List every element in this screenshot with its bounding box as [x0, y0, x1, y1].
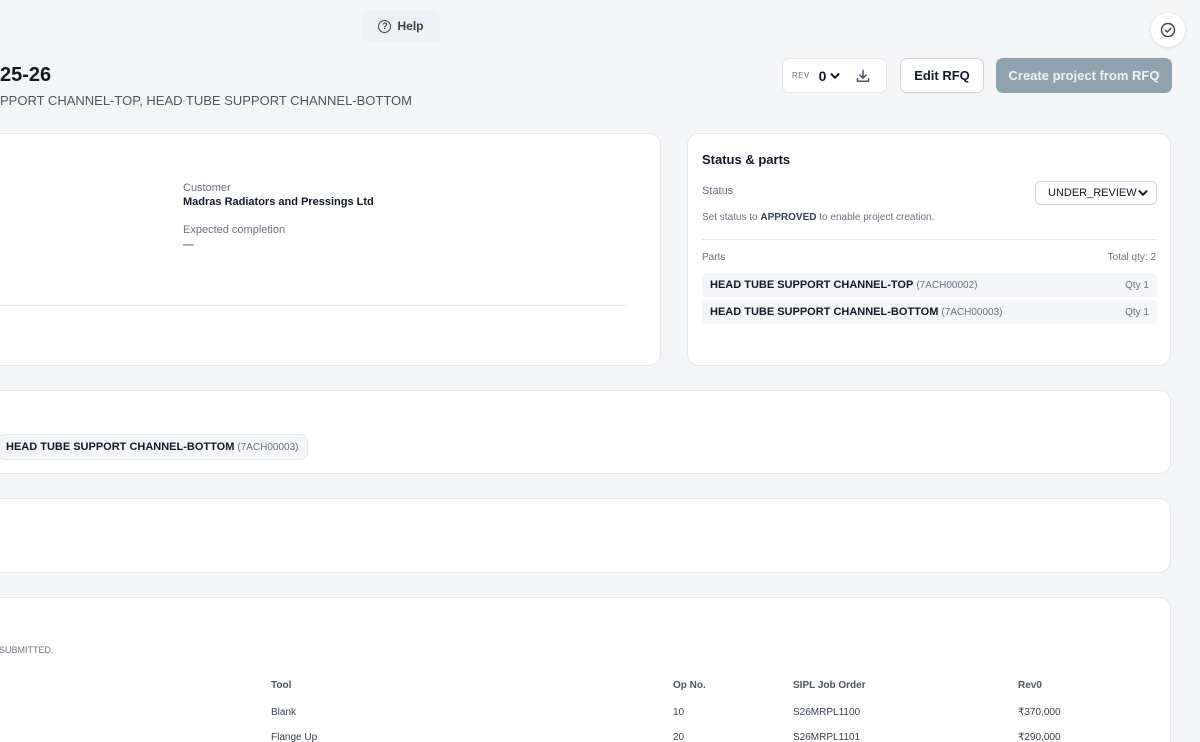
table-cell: Flange Up: [271, 732, 318, 742]
table-cell: ₹290,000: [1018, 732, 1061, 742]
page-subtitle: PPORT CHANNEL-TOP, HEAD TUBE SUPPORT CHA…: [0, 93, 413, 108]
col-header-tool: Tool: [271, 680, 292, 691]
page-title: 25-26: [0, 64, 52, 86]
edit-rfq-button[interactable]: Edit RFQ: [900, 58, 984, 93]
status-label: Status: [702, 185, 734, 197]
table-cell: S26MRPL1100: [793, 707, 861, 718]
table-cell: S26MRPL1101: [793, 732, 861, 742]
part-chip[interactable]: HEAD TUBE SUPPORT CHANNEL-BOTTOM (7ACH00…: [0, 434, 308, 460]
operations-card: SUBMITTED. Tool Op No. SIPL Job Order Re…: [0, 597, 1171, 742]
help-icon: ?: [378, 19, 392, 33]
ops-note: SUBMITTED.: [0, 645, 54, 655]
parts-label: Parts: [702, 252, 726, 263]
status-divider: [702, 239, 1157, 240]
part-code: (7ACH00002): [916, 280, 978, 291]
check-circle-button[interactable]: [1151, 13, 1185, 47]
completion-label: Expected completion: [183, 224, 286, 236]
table-cell: 10: [673, 707, 685, 718]
download-icon[interactable]: [855, 68, 871, 84]
check-circle-icon: [1160, 22, 1176, 38]
status-value: UNDER_REVIEW: [1048, 187, 1137, 199]
create-project-button[interactable]: Create project from RFQ: [996, 58, 1172, 93]
status-parts-card: Status & parts Status UNDER_REVIEW Set s…: [687, 133, 1171, 366]
col-header-job-order: SIPL Job Order: [793, 680, 866, 691]
details-divider: [0, 305, 628, 306]
chip-code: (7ACH00003): [237, 441, 299, 453]
col-header-op-no: Op No.: [673, 680, 706, 691]
total-qty: Total qty: 2: [1107, 252, 1156, 263]
col-header-rev0: Rev0: [1018, 680, 1042, 691]
chevron-down-icon: [1138, 190, 1148, 196]
hint-status: APPROVED: [760, 212, 817, 223]
part-row: HEAD TUBE SUPPORT CHANNEL-TOP (7ACH00002)…: [702, 273, 1157, 297]
part-row: HEAD TUBE SUPPORT CHANNEL-BOTTOM (7ACH000…: [702, 300, 1157, 324]
table-cell: 20: [673, 732, 685, 742]
status-parts-title: Status & parts: [702, 152, 791, 167]
part-qty: Qty 1: [1125, 306, 1149, 318]
part-code: (7ACH00003): [941, 307, 1003, 318]
hint-prefix: Set status to: [702, 212, 758, 223]
rfq-details-card: Customer Madras Radiators and Pressings …: [0, 133, 661, 366]
status-hint: Set status to APPROVED to enable project…: [702, 212, 934, 223]
part-qty: Qty 1: [1125, 279, 1149, 291]
status-select[interactable]: UNDER_REVIEW: [1035, 181, 1157, 205]
part-name: HEAD TUBE SUPPORT CHANNEL-BOTTOM (7ACH000…: [710, 306, 1003, 318]
empty-card: [0, 498, 1171, 573]
chip-name: HEAD TUBE SUPPORT CHANNEL-BOTTOM: [6, 441, 235, 453]
chevron-down-icon: [830, 72, 840, 79]
parts-card: HEAD TUBE SUPPORT CHANNEL-BOTTOM (7ACH00…: [0, 390, 1171, 474]
customer-value: Madras Radiators and Pressings Ltd: [183, 196, 374, 208]
help-button[interactable]: ? Help: [362, 10, 440, 42]
part-name: HEAD TUBE SUPPORT CHANNEL-TOP (7ACH00002): [710, 279, 978, 291]
table-cell: ₹370,000: [1018, 707, 1061, 718]
help-label: Help: [397, 19, 424, 33]
rev-label: REV: [792, 71, 810, 80]
revision-selector[interactable]: REV 0: [782, 58, 887, 93]
completion-value: —: [183, 239, 194, 251]
table-cell: Blank: [271, 707, 297, 718]
rev-value: 0: [818, 67, 827, 84]
hint-suffix: to enable project creation.: [819, 212, 935, 223]
customer-label: Customer: [183, 182, 231, 194]
